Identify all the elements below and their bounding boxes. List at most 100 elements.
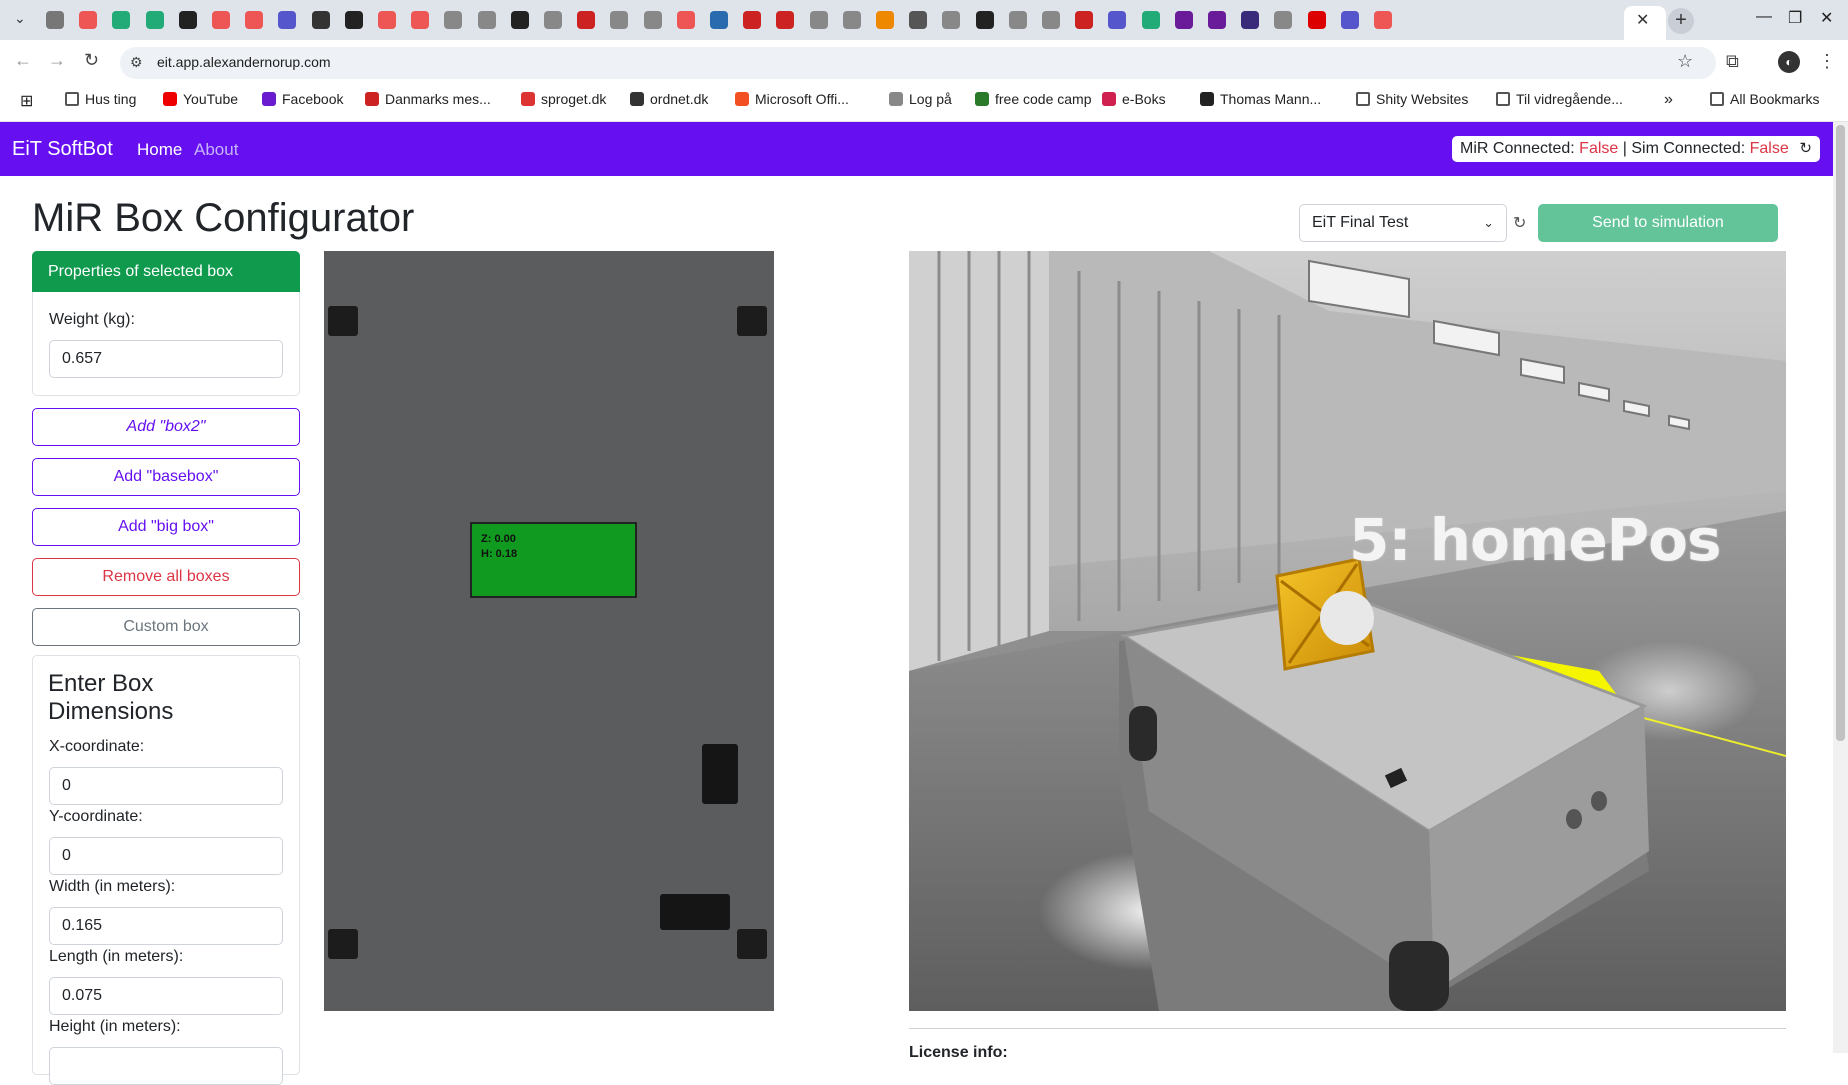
back-icon[interactable]: ← bbox=[14, 50, 32, 71]
mir-status-label: MiR Connected: bbox=[1460, 140, 1580, 157]
url-text[interactable]: eit.app.alexandernorup.com bbox=[157, 54, 331, 70]
tab-favicon-icon[interactable] bbox=[1075, 11, 1094, 29]
tab-favicon-icon[interactable] bbox=[178, 11, 197, 29]
all-bookmarks-folder[interactable]: All Bookmarks bbox=[1710, 91, 1819, 107]
new-tab-button[interactable]: + bbox=[1668, 8, 1694, 34]
forward-icon[interactable]: → bbox=[48, 50, 66, 71]
x-coordinate-input[interactable]: 0 bbox=[49, 767, 283, 805]
tab-favicon-icon[interactable] bbox=[444, 11, 463, 29]
reload-icon[interactable]: ↻ bbox=[84, 50, 99, 71]
bookmark-item[interactable]: Log på bbox=[889, 91, 952, 107]
simulation-refresh-icon[interactable]: ↻ bbox=[1513, 213, 1526, 233]
tab-favicon-icon[interactable] bbox=[212, 11, 230, 29]
bookmark-label: ordnet.dk bbox=[650, 91, 709, 107]
tab-favicon-icon[interactable] bbox=[510, 11, 529, 29]
folder-icon bbox=[1356, 92, 1370, 106]
site-icon bbox=[1102, 92, 1116, 106]
tab-favicon-icon[interactable] bbox=[1374, 11, 1392, 29]
robot-corner-marker bbox=[328, 306, 358, 336]
tab-favicon-icon[interactable] bbox=[1208, 11, 1226, 29]
bookmark-item[interactable]: Shity Websites bbox=[1356, 91, 1468, 107]
simulation-3d-view[interactable]: 5: homePos bbox=[909, 251, 1786, 1011]
bookmark-item[interactable]: Danmarks mes... bbox=[365, 91, 491, 107]
send-to-simulation-button[interactable]: Send to simulation bbox=[1538, 204, 1778, 242]
add-basebox-button[interactable]: Add "basebox" bbox=[32, 458, 300, 496]
close-window-icon[interactable]: ✕ bbox=[1820, 8, 1833, 28]
tab-favicon-icon[interactable] bbox=[1174, 11, 1193, 29]
nav-home-link[interactable]: Home bbox=[137, 140, 182, 160]
tab-favicon-icon[interactable] bbox=[79, 11, 98, 29]
bookmark-item[interactable]: Microsoft Offi... bbox=[735, 91, 849, 107]
width-input[interactable]: 0.165 bbox=[49, 907, 283, 945]
tab-favicon-icon[interactable] bbox=[643, 11, 662, 29]
status-refresh-icon[interactable]: ↻ bbox=[1799, 136, 1812, 162]
extensions-icon[interactable]: ⧉ bbox=[1726, 51, 1739, 72]
tab-favicon-icon[interactable] bbox=[378, 11, 396, 29]
tab-favicon-icon[interactable] bbox=[1241, 11, 1260, 29]
simulation-select[interactable]: EiT Final Test ⌄ bbox=[1299, 204, 1507, 242]
tab-favicon-icon[interactable] bbox=[46, 11, 64, 29]
tab-favicon-icon[interactable] bbox=[842, 11, 861, 29]
tab-favicon-icon[interactable] bbox=[942, 11, 961, 29]
site-info-icon[interactable]: ⚙ bbox=[130, 54, 143, 71]
tab-favicon-icon[interactable] bbox=[743, 11, 762, 29]
close-tab-icon[interactable]: ✕ bbox=[1636, 10, 1649, 30]
apps-grid-icon[interactable]: ⊞ bbox=[20, 91, 33, 111]
browser-menu-icon[interactable]: ⋮ bbox=[1818, 51, 1836, 72]
tab-favicon-icon[interactable] bbox=[610, 11, 629, 29]
tab-favicon-icon[interactable] bbox=[245, 11, 264, 29]
more-bookmarks-icon[interactable]: » bbox=[1664, 91, 1673, 109]
tab-favicon-icon[interactable] bbox=[344, 11, 363, 29]
address-bar[interactable] bbox=[120, 47, 1716, 79]
tab-favicon-icon[interactable] bbox=[411, 11, 430, 29]
tab-favicon-icon[interactable] bbox=[145, 11, 164, 29]
bookmark-item[interactable]: ordnet.dk bbox=[630, 91, 708, 107]
tab-favicon-icon[interactable] bbox=[544, 11, 562, 29]
profile-avatar-icon[interactable]: ◐ bbox=[1778, 51, 1800, 73]
tab-favicon-icon[interactable] bbox=[676, 11, 695, 29]
bookmark-item[interactable]: sproget.dk bbox=[521, 91, 606, 107]
bookmark-item[interactable]: Facebook bbox=[262, 91, 343, 107]
bookmark-star-icon[interactable]: ☆ bbox=[1677, 51, 1693, 72]
minimize-icon[interactable]: — bbox=[1756, 8, 1772, 26]
tab-favicon-icon[interactable] bbox=[1008, 11, 1027, 29]
bookmark-item[interactable]: Hus ting bbox=[65, 91, 136, 107]
tab-favicon-icon[interactable] bbox=[1340, 11, 1359, 29]
tab-favicon-icon[interactable] bbox=[809, 11, 828, 29]
bookmark-item[interactable]: YouTube bbox=[163, 91, 238, 107]
tab-favicon-icon[interactable] bbox=[909, 11, 928, 29]
tab-favicon-icon[interactable] bbox=[876, 11, 894, 29]
custom-box-button[interactable]: Custom box bbox=[32, 608, 300, 646]
tab-favicon-icon[interactable] bbox=[477, 11, 496, 29]
tab-favicon-icon[interactable] bbox=[975, 11, 994, 29]
width-label: Width (in meters): bbox=[49, 878, 176, 895]
length-input[interactable]: 0.075 bbox=[49, 977, 283, 1015]
bookmark-item[interactable]: e-Boks bbox=[1102, 91, 1166, 107]
tab-favicon-icon[interactable] bbox=[577, 11, 596, 29]
tab-search-icon[interactable]: ⌄ bbox=[14, 10, 26, 27]
remove-all-boxes-button[interactable]: Remove all boxes bbox=[32, 558, 300, 596]
bookmark-item[interactable]: Til vidregående... bbox=[1496, 91, 1623, 107]
brand-logo[interactable]: EiT SoftBot bbox=[12, 138, 113, 161]
tab-favicon-icon[interactable] bbox=[278, 11, 297, 29]
bookmark-item[interactable]: free code camp bbox=[975, 91, 1092, 107]
tab-favicon-icon[interactable] bbox=[1141, 11, 1160, 29]
weight-input[interactable]: 0.657 bbox=[49, 340, 283, 378]
tab-favicon-icon[interactable] bbox=[112, 11, 131, 29]
nav-about-link[interactable]: About bbox=[194, 140, 238, 160]
bookmark-item[interactable]: Thomas Mann... bbox=[1200, 91, 1321, 107]
tab-favicon-icon[interactable] bbox=[1307, 11, 1326, 29]
add-box2-button[interactable]: Add "box2" bbox=[32, 408, 300, 446]
tab-favicon-icon[interactable] bbox=[311, 11, 330, 29]
tab-favicon-icon[interactable] bbox=[1042, 11, 1060, 29]
tab-favicon-icon[interactable] bbox=[1108, 11, 1127, 29]
mir-status-value: False bbox=[1579, 140, 1619, 157]
maximize-icon[interactable]: ❐ bbox=[1788, 8, 1802, 28]
tab-favicon-icon[interactable] bbox=[1274, 11, 1293, 29]
scrollbar-thumb[interactable] bbox=[1836, 125, 1845, 741]
weight-label: Weight (kg): bbox=[49, 311, 135, 328]
add-bigbox-button[interactable]: Add "big box" bbox=[32, 508, 300, 546]
tab-favicon-icon[interactable] bbox=[776, 11, 795, 29]
tab-favicon-icon[interactable] bbox=[710, 11, 728, 29]
y-coordinate-input[interactable]: 0 bbox=[49, 837, 283, 875]
